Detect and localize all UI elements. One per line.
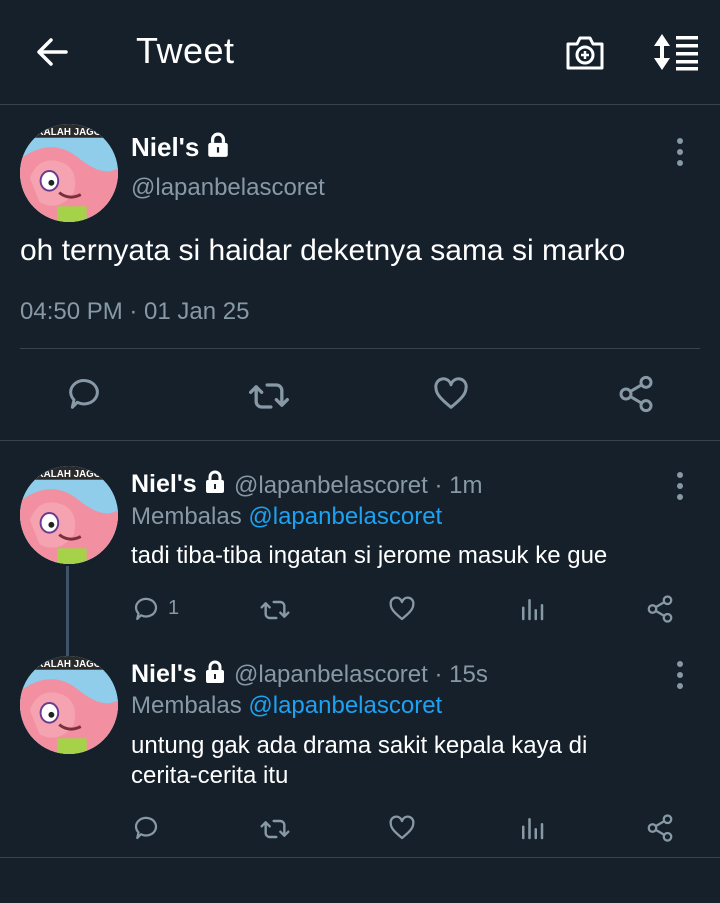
reply-text-line: untung gak ada drama sakit kepala kaya d… — [131, 732, 588, 759]
replying-prefix: Membalas — [131, 692, 242, 719]
replying-mention[interactable]: @lapanbelascoret — [248, 503, 442, 530]
retweet-icon[interactable] — [258, 594, 292, 626]
more-vertical-icon[interactable] — [675, 137, 685, 167]
section-divider — [0, 440, 720, 441]
lock-icon — [205, 132, 231, 158]
sort-icon[interactable] — [650, 32, 700, 72]
avatar-image — [20, 656, 118, 754]
reply-avatar[interactable] — [20, 466, 118, 564]
header-divider — [0, 104, 720, 105]
author-handle[interactable]: @lapanbelascoret — [131, 174, 325, 202]
timestamp-divider — [20, 348, 700, 349]
top-app-bar: Tweet — [0, 0, 720, 104]
replying-mention[interactable]: @lapanbelascoret — [248, 692, 442, 719]
camera-icon[interactable] — [564, 32, 606, 72]
reply-count: 1 — [168, 597, 180, 619]
retweet-icon[interactable] — [247, 374, 291, 418]
replying-to: Membalas @lapanbelascoret — [131, 503, 442, 531]
reply-handle-time[interactable]: @lapanbelascoret · 1m — [234, 472, 482, 500]
share-icon[interactable] — [616, 374, 656, 414]
like-icon[interactable] — [387, 813, 417, 843]
reply-author-name-text: Niel's — [131, 470, 197, 498]
author-name[interactable]: Niel's — [131, 132, 231, 163]
reply-icon[interactable] — [64, 374, 104, 414]
reply-avatar[interactable] — [20, 656, 118, 754]
reply-author-name[interactable]: Niel's — [131, 470, 227, 499]
page-title: Tweet — [136, 30, 235, 71]
tweet-text: oh ternyata si haidar deketnya sama si m… — [20, 234, 626, 267]
more-vertical-icon[interactable] — [675, 471, 685, 501]
avatar-image — [20, 124, 118, 222]
reply-text: tadi tiba-tiba ingatan si jerome masuk k… — [131, 542, 608, 569]
analytics-icon[interactable] — [517, 594, 547, 624]
share-icon[interactable] — [645, 594, 675, 624]
retweet-icon[interactable] — [258, 813, 292, 845]
thread-connector — [66, 566, 69, 660]
like-icon[interactable] — [431, 374, 471, 414]
more-vertical-icon[interactable] — [675, 660, 685, 690]
back-arrow-icon[interactable] — [34, 34, 70, 70]
replying-prefix: Membalas — [131, 503, 242, 530]
avatar-image — [20, 466, 118, 564]
share-icon[interactable] — [645, 813, 675, 843]
author-name-text: Niel's — [131, 132, 200, 162]
reply-text: untung gak ada drama sakit kepala kaya d… — [131, 731, 587, 791]
tweet-timestamp: 04:50 PM · 01 Jan 25 — [20, 298, 250, 325]
lock-icon — [203, 470, 227, 494]
bottom-divider — [0, 857, 720, 858]
reply-icon[interactable] — [131, 594, 161, 624]
replying-to: Membalas @lapanbelascoret — [131, 692, 442, 720]
reply-text-line: cerita-cerita itu — [131, 762, 289, 789]
like-icon[interactable] — [387, 594, 417, 624]
reply-handle-time[interactable]: @lapanbelascoret · 15s — [234, 661, 488, 689]
lock-icon — [203, 660, 227, 684]
reply-icon[interactable] — [131, 813, 161, 843]
avatar[interactable] — [20, 124, 118, 222]
reply-author-name[interactable]: Niel's — [131, 660, 227, 689]
reply-author-name-text: Niel's — [131, 660, 197, 688]
analytics-icon[interactable] — [517, 813, 547, 843]
